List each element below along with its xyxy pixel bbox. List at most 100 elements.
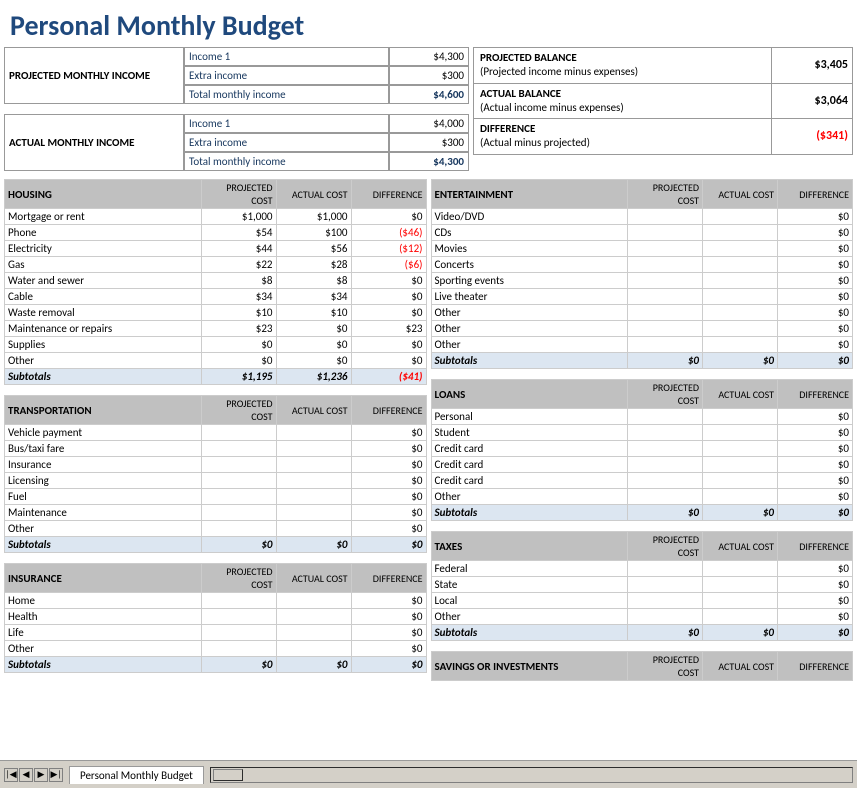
row-proj [628,289,703,305]
table-row: CDs$0 [431,225,853,241]
table-row: Electricity$44$56($12) [5,241,427,257]
tab-navigation: |◀ ◀ ▶ ▶| [4,768,63,782]
actual-balance-sublabel: (Actual income minus expenses) [480,101,765,115]
row-diff: $0 [351,489,426,505]
top-section: PROJECTED MONTHLY INCOME Income 1 $4,300… [0,47,857,175]
entertainment-header: ENTERTAINMENT Projected Cost Actual Cost… [431,180,853,209]
taxes-section: TAXES Projected Cost Actual Cost Differe… [431,531,854,641]
table-row: Home$0 [5,593,427,609]
sheet-tab-budget[interactable]: Personal Monthly Budget [69,766,204,784]
row-name: Other [5,641,202,657]
row-diff: $0 [778,337,853,353]
difference-val: ($341) [772,119,852,154]
proj-total-name: Total monthly income [184,85,389,104]
ins-col-diff: Difference [351,564,426,593]
housing-section: HOUSING Projected Cost Actual Cost Diffe… [4,179,427,385]
loans-subtotal: Subtotals $0 $0 $0 [431,505,853,521]
tab-first-button[interactable]: |◀ [4,768,18,782]
table-row: Mortgage or rent$1,000$1,000$0 [5,209,427,225]
row-diff: ($12) [351,241,426,257]
projected-income-row: PROJECTED MONTHLY INCOME Income 1 $4,300… [4,47,469,104]
housing-col-diff: Difference [351,180,426,209]
housing-col-proj: Projected Cost [201,180,276,209]
table-row: Other$0 [5,641,427,657]
subtotal-diff: ($41) [351,369,426,385]
row-name: Maintenance [5,505,202,521]
row-actual [703,225,778,241]
row-actual [703,577,778,593]
difference-title: DIFFERENCE [480,122,765,136]
row-proj [201,609,276,625]
subtotal-diff: $0 [778,625,853,641]
row-actual [703,273,778,289]
scrollbar-thumb[interactable] [213,769,243,781]
row-name: Other [431,305,628,321]
row-actual [703,609,778,625]
horizontal-scrollbar[interactable] [210,767,853,783]
trans-col-diff: Difference [351,396,426,425]
row-proj [628,257,703,273]
actual-balance-label: ACTUAL BALANCE (Actual income minus expe… [474,84,772,119]
taxes-col-proj: Projected Cost [628,532,703,561]
row-name: Other [5,521,202,537]
row-proj [628,593,703,609]
row-proj: $0 [201,337,276,353]
taxes-header: TAXES Projected Cost Actual Cost Differe… [431,532,853,561]
table-row: Live theater$0 [431,289,853,305]
tab-prev-button[interactable]: ◀ [19,768,33,782]
table-row: Concerts$0 [431,257,853,273]
row-proj [628,561,703,577]
ins-col-proj: Projected Cost [201,564,276,593]
entertainment-subtotal: Subtotals $0 $0 $0 [431,353,853,369]
tab-next-button[interactable]: ▶ [34,768,48,782]
row-name: Fuel [5,489,202,505]
subtotal-label: Subtotals [5,369,202,385]
row-proj: $34 [201,289,276,305]
row-proj: $8 [201,273,276,289]
row-name: Student [431,425,628,441]
row-diff: ($46) [351,225,426,241]
row-name: Gas [5,257,202,273]
row-diff: $0 [351,625,426,641]
row-proj [201,625,276,641]
taxes-col-diff: Difference [778,532,853,561]
row-actual [703,425,778,441]
row-proj [628,273,703,289]
housing-subtotal: Subtotals $1,195 $1,236 ($41) [5,369,427,385]
row-diff: $0 [778,289,853,305]
savings-title: SAVINGS OR INVESTMENTS [431,652,628,681]
loans-title: LOANS [431,380,628,409]
row-actual [276,641,351,657]
act-extra-name: Extra income [184,133,389,152]
row-diff: $0 [778,593,853,609]
row-actual [703,337,778,353]
row-name: Video/DVD [431,209,628,225]
subtotal-diff: $0 [351,537,426,553]
row-proj [201,489,276,505]
row-actual: $0 [276,321,351,337]
row-name: Mortgage or rent [5,209,202,225]
subtotal-actual: $0 [703,505,778,521]
row-name: Electricity [5,241,202,257]
projected-balance-title: PROJECTED BALANCE [480,51,765,65]
row-proj [628,441,703,457]
row-actual [703,241,778,257]
row-actual [703,289,778,305]
row-actual: $0 [276,337,351,353]
difference-balance-row: DIFFERENCE (Actual minus projected) ($34… [473,118,853,155]
row-diff: $0 [351,273,426,289]
projected-income-label: PROJECTED MONTHLY INCOME [4,47,184,104]
tab-last-button[interactable]: ▶| [49,768,63,782]
difference-balance-label: DIFFERENCE (Actual minus projected) [474,119,772,154]
loans-table: LOANS Projected Cost Actual Cost Differe… [431,379,854,521]
row-actual [276,609,351,625]
entertainment-title: ENTERTAINMENT [431,180,628,209]
projected-income-data: Income 1 $4,300 Extra income $300 Total … [184,47,469,104]
row-proj [628,425,703,441]
table-row: Credit card$0 [431,441,853,457]
row-actual [703,561,778,577]
actual-balance-row: ACTUAL BALANCE (Actual income minus expe… [473,83,853,120]
row-diff: $0 [351,609,426,625]
table-row: Supplies$0$0$0 [5,337,427,353]
row-diff: $0 [351,441,426,457]
